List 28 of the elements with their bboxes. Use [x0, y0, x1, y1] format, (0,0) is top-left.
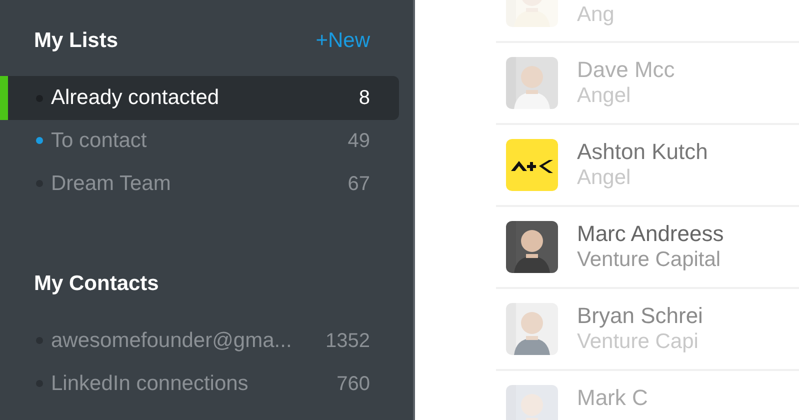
item-count: 760 — [336, 372, 370, 396]
selection-bar — [0, 76, 8, 120]
item-count: 67 — [348, 172, 370, 196]
section-title: My Contacts — [34, 271, 159, 298]
list-item[interactable]: awesomefounder@gma... 1352 — [0, 319, 399, 362]
contact-name: Ashton Kutch — [577, 139, 708, 165]
new-list-link[interactable]: +New — [316, 25, 370, 57]
contact-name: Mark C — [577, 385, 648, 411]
list-label: Already contacted — [51, 85, 220, 112]
item-count: 49 — [348, 128, 370, 154]
list-item[interactable]: Dream Team 67 — [0, 162, 399, 205]
list-label: LinkedIn connections — [51, 370, 250, 397]
list-item[interactable]: Already contacted 8 — [0, 76, 399, 120]
list-label: To contact — [51, 128, 148, 154]
contact-row[interactable]: Mark C — [496, 371, 799, 420]
contact-name: Dave Mcc — [577, 57, 675, 83]
item-count: 1352 — [326, 328, 370, 354]
contact-role: Venture Capital — [577, 247, 722, 273]
contact-row[interactable]: Marc Andreess Venture Capital — [496, 207, 799, 289]
item-count: 8 — [358, 86, 370, 111]
list-label: awesomefounder@gma... — [51, 328, 293, 354]
contact-name: Marc Andreess — [577, 221, 724, 247]
list-item[interactable]: LinkedIn connections 760 — [0, 362, 399, 405]
list-label: Dream Team — [51, 170, 172, 197]
contact-name: Bryan Schrei — [577, 303, 703, 329]
section-title: My Lists — [34, 28, 118, 54]
list-item[interactable]: To contact 49 — [0, 119, 399, 162]
logo-icon — [506, 139, 558, 191]
